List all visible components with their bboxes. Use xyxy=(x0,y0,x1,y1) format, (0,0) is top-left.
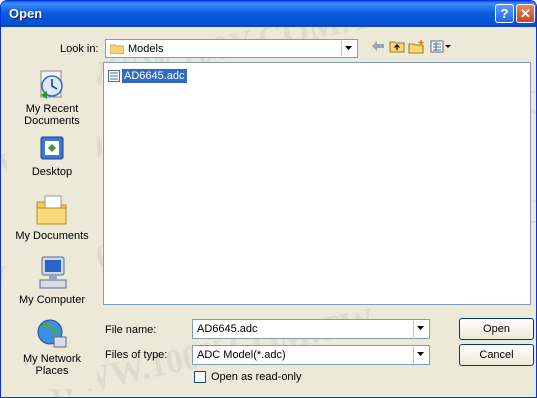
my-documents-icon xyxy=(36,195,67,225)
file-name-label: File name: xyxy=(105,324,157,336)
file-name-field[interactable]: AD6645.adc xyxy=(192,319,430,339)
help-button[interactable]: ? xyxy=(495,4,514,23)
place-my-computer[interactable]: My Computer xyxy=(7,254,97,306)
window-title: Open xyxy=(9,6,43,21)
place-label: My Documents xyxy=(15,230,89,242)
close-button[interactable]: ✕ xyxy=(516,4,535,23)
file-icon xyxy=(108,69,120,82)
place-network-places[interactable]: My Network Places xyxy=(7,317,97,377)
back-arrow-icon[interactable] xyxy=(371,40,385,52)
file-type-label: Files of type: xyxy=(105,349,168,361)
my-computer-icon xyxy=(39,256,67,289)
read-only-checkbox[interactable] xyxy=(194,371,206,383)
file-type-value: ADC Model(*.adc) xyxy=(197,349,286,361)
file-name-value: AD6645.adc xyxy=(197,323,258,335)
look-in-value: Models xyxy=(128,43,164,55)
desktop-icon xyxy=(40,136,64,160)
place-label: Desktop xyxy=(31,166,73,178)
read-only-label: Open as read-only xyxy=(211,371,302,383)
dropdown-arrow-icon[interactable] xyxy=(413,321,428,337)
place-label: My Network Places xyxy=(22,353,82,377)
place-label: My Computer xyxy=(18,294,86,306)
recent-documents-icon xyxy=(40,70,63,99)
network-places-icon xyxy=(37,319,67,348)
place-my-documents[interactable]: My Documents xyxy=(7,192,97,242)
file-name: AD6645.adc xyxy=(122,68,187,83)
open-dialog: WWW.100Y.COM.TW WWW.100Y.COM.TW WWW.100Y… xyxy=(0,0,537,398)
place-label: My Recent Documents xyxy=(24,103,80,127)
place-recent-documents[interactable]: My Recent Documents xyxy=(7,69,97,127)
file-list[interactable]: AD6645.adc xyxy=(103,62,531,305)
dropdown-arrow-icon[interactable] xyxy=(413,347,428,363)
folder-icon xyxy=(110,44,124,54)
views-menu-icon[interactable] xyxy=(430,40,452,53)
look-in-label: Look in: xyxy=(60,43,99,55)
places-bar: My Recent Documents Desktop My Documents xyxy=(7,64,97,389)
place-desktop[interactable]: Desktop xyxy=(7,134,97,178)
look-in-dropdown[interactable]: Models xyxy=(105,39,358,58)
dropdown-arrow-icon[interactable] xyxy=(341,41,356,56)
title-bar[interactable]: Open ? ✕ xyxy=(1,1,536,27)
file-type-select[interactable]: ADC Model(*.adc) xyxy=(192,345,430,365)
cancel-button[interactable]: Cancel xyxy=(459,344,534,366)
list-item[interactable]: AD6645.adc xyxy=(108,68,187,83)
open-button[interactable]: Open xyxy=(459,318,534,340)
up-folder-icon[interactable] xyxy=(389,40,405,53)
new-folder-icon[interactable] xyxy=(408,40,425,54)
